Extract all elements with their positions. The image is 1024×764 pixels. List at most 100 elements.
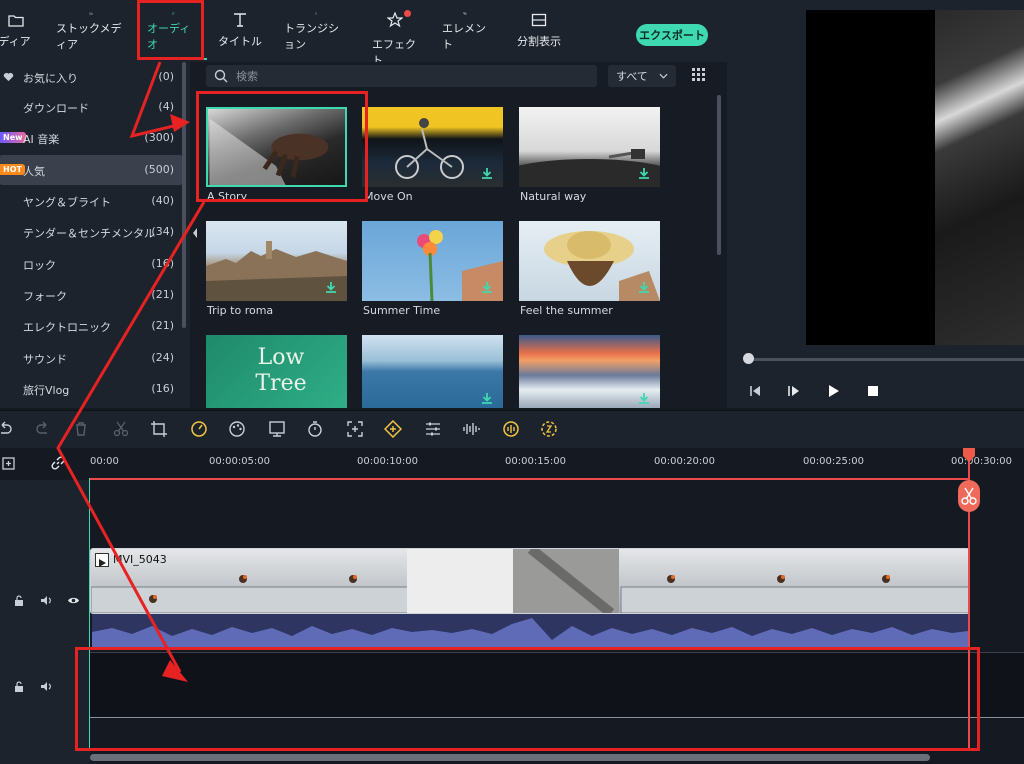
element-icon bbox=[463, 12, 467, 15]
preview-progress-track[interactable] bbox=[745, 358, 1024, 361]
sidebar-item-count: (16) bbox=[151, 257, 174, 270]
sidebar-item-count: (40) bbox=[151, 194, 174, 207]
hot-badge: HOT bbox=[0, 164, 25, 175]
sidebar-item-count: (500) bbox=[144, 163, 174, 176]
speaker-icon[interactable] bbox=[40, 681, 52, 692]
lock-icon[interactable] bbox=[14, 681, 24, 692]
auto-beat-icon[interactable] bbox=[502, 420, 520, 438]
annotation-box-audio-tab bbox=[137, 0, 204, 60]
tab-effect[interactable]: エフェクト bbox=[372, 10, 418, 67]
tab-element[interactable]: エレメント bbox=[442, 12, 488, 52]
sidebar-item-rock[interactable]: ロック (16) bbox=[0, 249, 182, 279]
tab-split-screen[interactable]: 分割表示 bbox=[514, 12, 564, 52]
download-icon[interactable] bbox=[638, 392, 650, 404]
cut-scissors-icon[interactable] bbox=[112, 420, 130, 438]
preview-progress-knob[interactable] bbox=[743, 353, 754, 364]
speaker-icon[interactable] bbox=[40, 595, 52, 606]
play-icon[interactable] bbox=[826, 384, 840, 398]
notification-dot bbox=[404, 10, 411, 17]
download-icon[interactable] bbox=[638, 167, 650, 179]
sidebar-item-popular[interactable]: HOT 人気 (500) bbox=[0, 155, 182, 185]
media-thumb-trip-to-roma[interactable] bbox=[206, 221, 347, 301]
ai-effect-icon[interactable] bbox=[540, 420, 558, 438]
ai-portrait-icon[interactable] bbox=[268, 420, 286, 438]
grid-view-icon[interactable] bbox=[692, 68, 706, 82]
ruler-tick-label: 00:00:20:00 bbox=[654, 456, 716, 467]
stop-icon[interactable] bbox=[866, 384, 880, 398]
link-icon[interactable] bbox=[50, 455, 66, 471]
tab-title[interactable]: タイトル bbox=[218, 12, 262, 52]
tab-stock-media[interactable]: ストックメディア bbox=[56, 12, 126, 52]
sidebar-item-label: エレクトロニック bbox=[23, 321, 111, 334]
sidebar-item-travel-vlog[interactable]: 旅行Vlog (16) bbox=[0, 374, 182, 404]
split-scissors-button[interactable] bbox=[958, 480, 980, 512]
undo-icon[interactable] bbox=[0, 420, 14, 438]
lock-icon[interactable] bbox=[14, 595, 24, 606]
timer-icon[interactable] bbox=[306, 420, 324, 438]
new-badge: New bbox=[0, 132, 26, 143]
ruler-tick-label: 00:00:15:00 bbox=[505, 456, 567, 467]
sidebar-item-count: (16) bbox=[151, 382, 174, 395]
media-thumb-move-on[interactable] bbox=[362, 107, 503, 187]
sidebar-item-tender[interactable]: テンダー＆センチメンタル (34) bbox=[0, 217, 182, 247]
fit-frame-icon[interactable] bbox=[346, 420, 364, 438]
video-clip[interactable]: MVI_5043 bbox=[90, 548, 970, 614]
tab-transition-label: トランジション bbox=[284, 22, 339, 51]
step-back-icon[interactable] bbox=[748, 384, 762, 398]
download-icon[interactable] bbox=[481, 167, 493, 179]
sidebar-item-count: (21) bbox=[151, 319, 174, 332]
sidebar-item-ai-music[interactable]: New AI 音楽 (300) bbox=[0, 123, 182, 153]
step-forward-icon[interactable] bbox=[787, 384, 801, 398]
ruler-tick-label: 00:00:10:00 bbox=[357, 456, 419, 467]
color-palette-icon[interactable] bbox=[228, 420, 246, 438]
download-icon[interactable] bbox=[638, 281, 650, 293]
export-button[interactable]: エクスポート bbox=[636, 24, 708, 46]
media-title: Trip to roma bbox=[207, 304, 274, 317]
download-icon[interactable] bbox=[481, 281, 493, 293]
media-thumb-summer-time[interactable] bbox=[362, 221, 503, 301]
clip-audio-waveform[interactable] bbox=[92, 614, 968, 650]
clip-type-badge bbox=[95, 553, 109, 567]
timeline-horizontal-scrollbar[interactable] bbox=[90, 754, 930, 761]
audio-waveform-icon[interactable] bbox=[462, 420, 480, 438]
media-thumb-snow-sunset[interactable] bbox=[519, 335, 660, 408]
add-track-icon[interactable] bbox=[0, 455, 16, 471]
waveform-image bbox=[92, 618, 968, 650]
media-thumb-feel-the-summer[interactable] bbox=[519, 221, 660, 301]
tab-transition[interactable]: トランジション bbox=[284, 12, 348, 52]
sidebar-item-downloads[interactable]: ダウンロード (4) bbox=[0, 92, 182, 122]
filter-dropdown[interactable]: すべて bbox=[608, 65, 676, 87]
media-thumb-natural-way[interactable] bbox=[519, 107, 660, 187]
thumb-logo-text: Low Tree bbox=[255, 345, 307, 396]
sidebar-item-count: (0) bbox=[158, 70, 174, 83]
sidebar-item-young-bright[interactable]: ヤング＆ブライト (40) bbox=[0, 186, 182, 216]
eye-icon[interactable] bbox=[67, 595, 80, 606]
sidebar-item-label: ヤング＆ブライト bbox=[23, 196, 111, 209]
redo-icon[interactable] bbox=[34, 420, 52, 438]
sidebar-item-folk[interactable]: フォーク (21) bbox=[0, 280, 182, 310]
empty-track-area[interactable] bbox=[90, 480, 1024, 548]
folder-icon bbox=[8, 15, 24, 27]
media-scrollbar[interactable] bbox=[717, 95, 721, 255]
download-icon[interactable] bbox=[481, 392, 493, 404]
sidebar-item-favorites[interactable]: お気に入り (0) bbox=[0, 62, 182, 92]
sidebar-item-electronic[interactable]: エレクトロニック (21) bbox=[0, 311, 182, 341]
sidebar-scrollbar[interactable] bbox=[182, 62, 186, 328]
keyframe-icon[interactable] bbox=[384, 420, 402, 438]
download-icon[interactable] bbox=[325, 281, 337, 293]
stock-media-icon bbox=[89, 12, 93, 15]
tab-media-label: メディア bbox=[0, 35, 31, 48]
tab-media[interactable]: メディア bbox=[0, 12, 36, 52]
sidebar-item-sound[interactable]: サウンド (24) bbox=[0, 343, 182, 373]
search-input[interactable] bbox=[206, 65, 597, 87]
playhead-handle-icon[interactable] bbox=[962, 448, 976, 462]
speed-icon[interactable] bbox=[190, 420, 208, 438]
play-badge-icon bbox=[99, 559, 106, 567]
collapse-arrow-icon[interactable] bbox=[190, 222, 200, 244]
media-thumb-ocean[interactable] bbox=[362, 335, 503, 408]
delete-icon[interactable] bbox=[72, 420, 90, 438]
media-thumb-low-tree[interactable]: Low Tree bbox=[206, 335, 347, 408]
sidebar-item-count: (21) bbox=[151, 288, 174, 301]
crop-icon[interactable] bbox=[150, 420, 168, 438]
adjust-sliders-icon[interactable] bbox=[424, 420, 442, 438]
